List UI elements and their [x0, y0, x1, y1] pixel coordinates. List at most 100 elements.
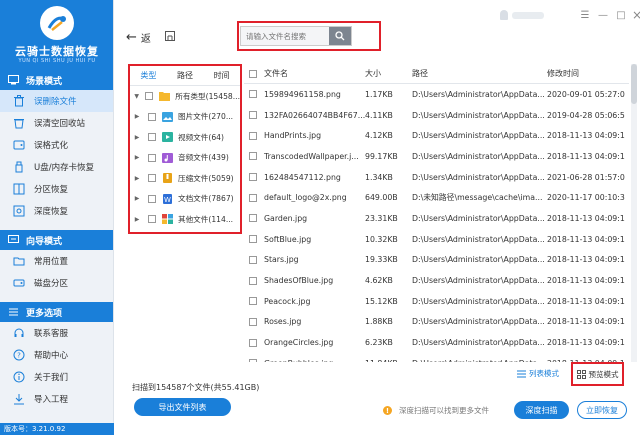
headset-icon: [12, 326, 26, 340]
header-name[interactable]: 文件名: [261, 68, 365, 79]
collapse-icon[interactable]: ▼: [132, 93, 141, 100]
checkbox[interactable]: [148, 174, 156, 183]
tab-time[interactable]: 时间: [203, 66, 240, 85]
tree-item-others[interactable]: ▶ 其他文件(114...: [130, 209, 240, 230]
help-icon: ?: [12, 348, 26, 362]
tree-item-archives[interactable]: ▶ 压缩文件(5059): [130, 168, 240, 189]
table-row[interactable]: Roses.jpg 1.88KB D:\Users\Administrator\Ap…: [244, 312, 629, 333]
header-path[interactable]: 路径: [412, 68, 547, 79]
deep-scan-button[interactable]: 深度扫描: [514, 401, 569, 419]
nav-item-help[interactable]: ? 帮助中心: [0, 344, 113, 366]
checkbox[interactable]: [148, 194, 156, 203]
scan-status: 扫描到154587个文件(共55.41GB): [132, 383, 260, 392]
trash-icon: [12, 94, 26, 108]
back-button[interactable]: ← 返: [126, 30, 151, 45]
row-checkbox[interactable]: [248, 276, 257, 285]
user-icon[interactable]: [500, 10, 508, 20]
cell-date: 2018-11-13 04:09:1: [547, 317, 625, 327]
nav-item-partition[interactable]: 分区恢复: [0, 178, 113, 200]
checkbox[interactable]: [145, 92, 154, 101]
nav-item-contact[interactable]: 联系客服: [0, 322, 113, 344]
expand-icon[interactable]: ▶: [132, 154, 142, 161]
expand-icon[interactable]: ▶: [132, 113, 142, 120]
home-icon[interactable]: [164, 30, 176, 42]
file-table: 文件名 大小 路径 修改时间 159894961158.png 1.17KB D:\…: [244, 64, 629, 362]
nav-item-usb-card[interactable]: U盘/内存卡恢复: [0, 156, 113, 178]
header-size[interactable]: 大小: [365, 68, 412, 79]
maximize-icon[interactable]: □: [614, 8, 628, 22]
tree-item-videos[interactable]: ▶ 视频文件(64): [130, 127, 240, 148]
folder-icon: [12, 254, 26, 268]
search-highlight: [237, 21, 381, 51]
expand-icon[interactable]: ▶: [132, 216, 142, 223]
row-checkbox[interactable]: [248, 317, 257, 326]
cell-path: D:\Users\Administrator\AppData...: [412, 110, 545, 120]
table-row[interactable]: Peacock.jpg 15.12KB D:\Users\Administrator…: [244, 291, 629, 312]
tree-item-documents[interactable]: ▶ W 文档文件(7867): [130, 189, 240, 210]
row-checkbox[interactable]: [248, 235, 257, 244]
cell-name: SoftBlue.jpg: [264, 234, 312, 244]
tab-type[interactable]: 类型: [130, 66, 167, 85]
table-row[interactable]: 162484547112.png 1.34KB D:\Users\Administr…: [244, 167, 629, 188]
nav-item-deep-recovery[interactable]: 深度恢复: [0, 200, 113, 222]
checkbox[interactable]: [148, 112, 156, 121]
cell-size: 649.00B: [365, 193, 398, 203]
tree-root[interactable]: ▼ 所有类型(15458...: [130, 86, 240, 107]
expand-icon[interactable]: ▶: [132, 195, 142, 202]
recover-now-button[interactable]: 立即恢复: [577, 401, 627, 419]
nav-item-disk-partition[interactable]: 磁盘分区: [0, 272, 113, 294]
expand-icon[interactable]: ▶: [132, 134, 142, 141]
minimize-icon[interactable]: —: [596, 8, 610, 22]
export-list-button[interactable]: 导出文件列表: [134, 398, 231, 416]
menu-icon[interactable]: ☰: [578, 8, 592, 22]
cell-size: 4.12KB: [365, 131, 393, 141]
checkbox[interactable]: [148, 153, 156, 162]
expand-icon[interactable]: ▶: [132, 175, 142, 182]
row-checkbox[interactable]: [248, 193, 257, 202]
row-checkbox[interactable]: [248, 255, 257, 264]
nav-item-format[interactable]: 误格式化: [0, 134, 113, 156]
cell-name: HandPrints.jpg: [264, 131, 322, 141]
checkbox[interactable]: [148, 215, 156, 224]
scrollbar-thumb[interactable]: [631, 64, 637, 104]
section-header-scene: 场景模式: [0, 70, 113, 90]
select-all-checkbox[interactable]: [248, 69, 257, 78]
nav-item-common-locations[interactable]: 常用位置: [0, 250, 113, 272]
table-row[interactable]: default_logo@2x.png 649.00B D:\未知路径\messag…: [244, 187, 629, 208]
row-checkbox[interactable]: [248, 131, 257, 140]
header-date[interactable]: 修改时间: [547, 68, 629, 79]
table-row[interactable]: Stars.jpg 19.33KB D:\Users\Administrator\A…: [244, 250, 629, 271]
nav-item-deleted-files[interactable]: 误删除文件: [0, 90, 113, 112]
tab-path[interactable]: 路径: [167, 66, 204, 85]
tree-item-images[interactable]: ▶ 图片文件(270...: [130, 107, 240, 128]
preview-mode-button[interactable]: 预览模式: [571, 362, 624, 386]
row-checkbox[interactable]: [248, 173, 257, 182]
recycle-bin-icon: [12, 116, 26, 130]
tree-item-audio[interactable]: ▶ 音频文件(439): [130, 148, 240, 169]
table-row[interactable]: SoftBlue.jpg 10.32KB D:\Users\Administrato…: [244, 229, 629, 250]
table-row[interactable]: Garden.jpg 23.31KB D:\Users\Administrator\…: [244, 208, 629, 229]
row-checkbox[interactable]: [248, 359, 257, 362]
table-row[interactable]: OrangeCircles.jpg 6.23KB D:\Users\Administ…: [244, 332, 629, 353]
table-row[interactable]: GreenBubbles.jpg11.84KBD:\Users\Administ…: [244, 353, 629, 362]
row-checkbox[interactable]: [248, 90, 257, 99]
list-mode-button[interactable]: 列表模式: [517, 368, 559, 379]
close-icon[interactable]: ×: [630, 8, 640, 22]
checkbox[interactable]: [148, 133, 156, 142]
table-row[interactable]: ShadesOfBlue.jpg 4.62KB D:\Users\Administr…: [244, 270, 629, 291]
table-row[interactable]: HandPrints.jpg 4.12KB D:\Users\Administrat…: [244, 125, 629, 146]
vertical-scrollbar[interactable]: [631, 64, 637, 362]
nav-item-import-project[interactable]: 导入工程: [0, 388, 113, 410]
row-checkbox[interactable]: [248, 111, 257, 120]
cell-date: 2018-11-13 04:09:1: [547, 276, 625, 286]
row-checkbox[interactable]: [248, 338, 257, 347]
format-disk-icon: [12, 138, 26, 152]
nav-item-recycle-bin[interactable]: 误清空回收站: [0, 112, 113, 134]
row-checkbox[interactable]: [248, 297, 257, 306]
row-checkbox[interactable]: [248, 152, 257, 161]
table-row[interactable]: TranscodedWallpaper.j... 99.17KB D:\Users\…: [244, 146, 629, 167]
row-checkbox[interactable]: [248, 214, 257, 223]
table-row[interactable]: 159894961158.png 1.17KB D:\Users\Administr…: [244, 84, 629, 105]
nav-item-about[interactable]: 关于我们: [0, 366, 113, 388]
table-row[interactable]: 132FA02664074BB4F67... 4.11KB D:\Users\Adm…: [244, 105, 629, 126]
